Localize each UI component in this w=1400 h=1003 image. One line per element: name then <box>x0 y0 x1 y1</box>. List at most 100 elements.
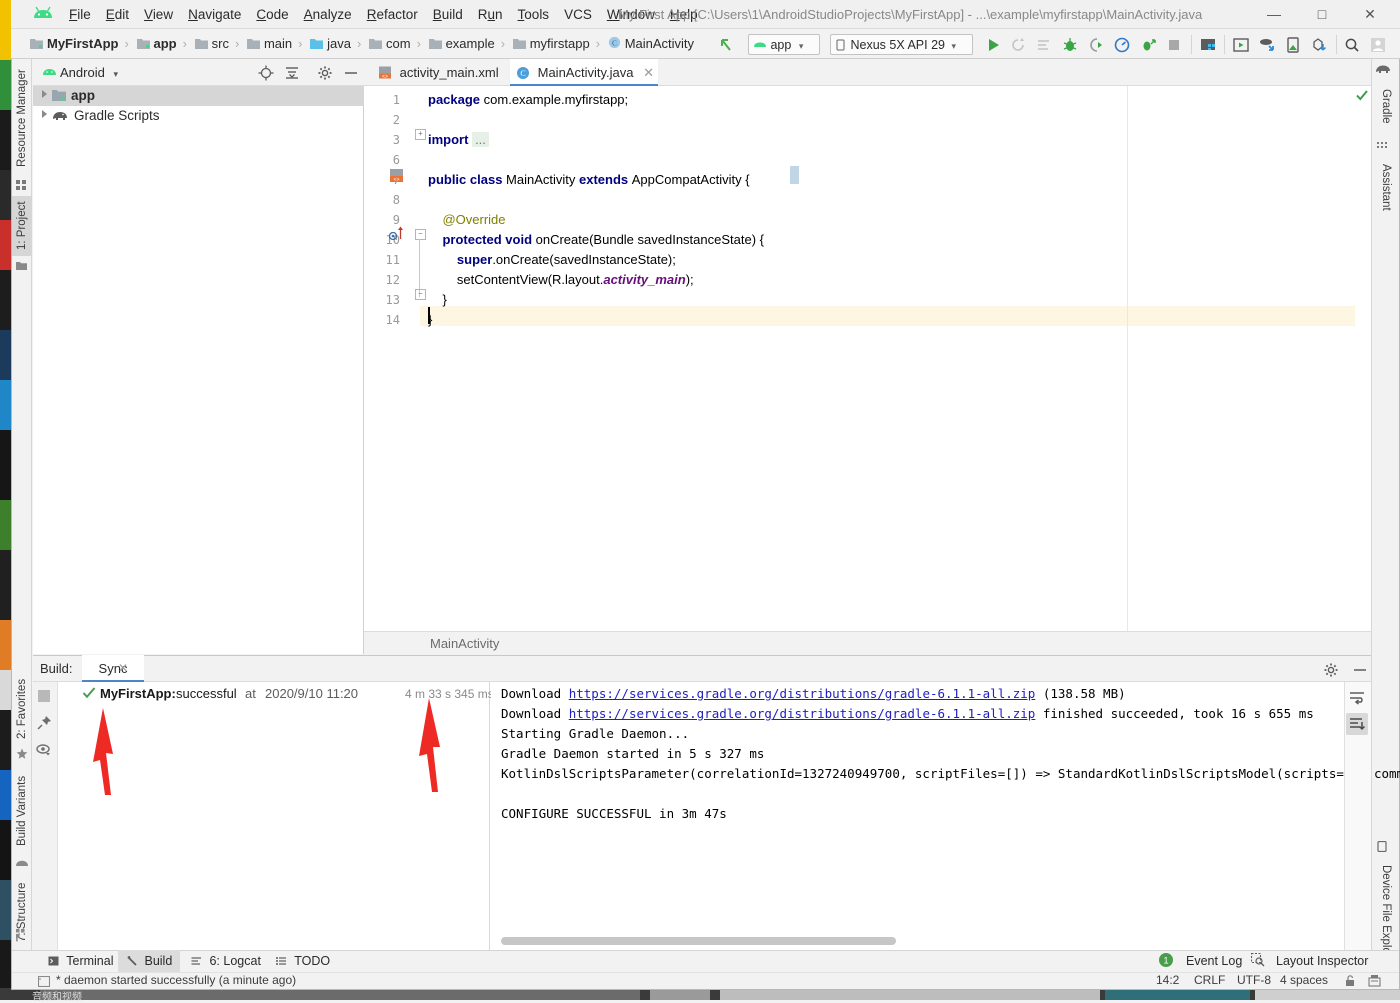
tree-node-gradle-scripts[interactable]: Gradle Scripts <box>33 106 364 126</box>
menu-item-run[interactable]: Run <box>471 0 510 29</box>
close-icon[interactable]: ✕ <box>118 655 128 682</box>
build-log-output[interactable]: Download https://services.gradle.org/dis… <box>491 682 1400 952</box>
back-arrow-icon[interactable] <box>718 36 736 54</box>
current-line-highlight <box>428 306 1371 326</box>
menu-item-analyze[interactable]: Analyze <box>297 0 359 29</box>
project-view-selector[interactable]: Android ▾ <box>60 59 118 86</box>
editor-breadcrumb[interactable]: MainActivity <box>364 631 1371 655</box>
menu-item-code[interactable]: Code <box>249 0 295 29</box>
window-close-button[interactable]: ✕ <box>1348 0 1392 29</box>
line-separator[interactable]: CRLF <box>1194 972 1225 989</box>
window-minimize-button[interactable]: — <box>1252 0 1296 29</box>
bottom-tab-todo[interactable]: TODO <box>268 950 336 972</box>
folder-icon <box>310 30 324 49</box>
caret-position[interactable]: 14:2 <box>1156 972 1179 989</box>
file-encoding[interactable]: UTF-8 <box>1237 972 1271 989</box>
folder-icon <box>194 30 208 49</box>
ok-check-icon[interactable] <box>1355 88 1369 102</box>
soft-wrap-icon[interactable] <box>1348 689 1366 707</box>
bottom-tab-logcat[interactable]: 6: Logcat <box>183 950 263 972</box>
indent-setting[interactable]: 4 spaces <box>1280 972 1328 989</box>
module-selector[interactable]: app ▾ <box>748 34 820 55</box>
breadcrumb-item-mainactivity[interactable]: C MainActivity <box>608 29 694 59</box>
profiler-icon[interactable] <box>1113 36 1131 54</box>
event-log-badge[interactable]: 1 <box>1158 952 1174 968</box>
expand-arrow-icon[interactable] <box>42 110 47 118</box>
layout-navigate-icon[interactable]: <> <box>389 168 405 184</box>
build-tab-sync[interactable]: Sync <box>82 655 144 682</box>
fold-expand-icon[interactable]: + <box>415 129 426 140</box>
locate-icon[interactable] <box>258 65 274 81</box>
bottom-tab-terminal[interactable]: Terminal <box>40 950 118 972</box>
pin-icon[interactable] <box>37 715 52 730</box>
sidebar-item-gradle[interactable]: Gradle <box>1374 78 1396 134</box>
code-editor[interactable] <box>364 86 1371 631</box>
window-maximize-button[interactable]: □ <box>1300 0 1344 29</box>
menu-item-tools[interactable]: Tools <box>511 0 557 29</box>
close-icon[interactable]: ✕ <box>643 65 654 80</box>
sidebar-item-project[interactable]: 1: Project <box>12 196 32 256</box>
tree-node-app[interactable]: app <box>33 86 364 106</box>
layout-inspector-icon <box>1250 952 1265 967</box>
avd-manager-icon[interactable] <box>1232 36 1250 54</box>
gear-icon[interactable] <box>317 65 333 81</box>
menu-item-navigate[interactable]: Navigate <box>181 0 248 29</box>
scroll-to-end-icon[interactable] <box>1348 715 1366 733</box>
tab-activity-main-xml[interactable]: <> activity_main.xml ✕ <box>372 59 519 86</box>
breadcrumb-item-app[interactable]: app <box>136 29 177 59</box>
sidebar-item-assistant[interactable]: Assistant <box>1374 153 1396 221</box>
breadcrumb-item-myfirstapp[interactable]: myfirstapp <box>512 29 590 59</box>
override-arrow-icon[interactable] <box>396 226 405 240</box>
editor-error-stripe[interactable] <box>1355 86 1371 631</box>
sidebar-item-resource-manager[interactable]: Resource Manager <box>12 62 32 174</box>
stop-icon[interactable] <box>37 689 51 703</box>
device-selector[interactable]: Nexus 5X API 29 ▾ <box>830 34 973 55</box>
menu-item-build[interactable]: Build <box>426 0 470 29</box>
breadcrumb-item-label: main <box>263 36 293 51</box>
tab-main-activity-java[interactable]: C MainActivity.java ✕ <box>510 59 658 86</box>
gear-icon[interactable] <box>1323 662 1339 678</box>
minimize-icon[interactable] <box>1352 662 1368 678</box>
collapse-all-icon[interactable] <box>284 65 300 81</box>
attach-debugger-icon[interactable] <box>1087 36 1105 54</box>
deploy-icon[interactable] <box>1310 36 1328 54</box>
device-monitor-icon[interactable] <box>1284 36 1302 54</box>
fold-collapse-icon[interactable]: − <box>415 229 426 240</box>
menu-item-file[interactable]: File <box>62 0 98 29</box>
text-caret <box>428 307 430 324</box>
debug-icon[interactable] <box>1061 36 1079 54</box>
breadcrumb-item-src[interactable]: src <box>194 29 229 59</box>
bottom-tab-layout-inspector[interactable]: Layout Inspector <box>1268 950 1386 972</box>
breadcrumb-item-main[interactable]: main <box>246 29 293 59</box>
eye-icon[interactable] <box>36 743 52 757</box>
unlock-icon[interactable] <box>1344 975 1356 987</box>
sidebar-item-favorites[interactable]: 2: Favorites <box>12 672 32 746</box>
apply-changes-icon[interactable] <box>1139 36 1157 54</box>
breadcrumb-item-example[interactable]: example <box>428 29 495 59</box>
sync-gradle-icon[interactable] <box>1258 36 1276 54</box>
hide-panel-icon[interactable] <box>343 65 359 81</box>
status-message[interactable]: * daemon started successfully (a minute … <box>56 972 296 989</box>
sidebar-item-build-variants[interactable]: Build Variants <box>12 768 32 854</box>
bottom-tab-build[interactable]: Build <box>118 950 180 972</box>
breadcrumb-item-com[interactable]: com <box>369 29 411 59</box>
menu-item-edit[interactable]: Edit <box>99 0 136 29</box>
sdk-manager-icon[interactable] <box>1199 36 1217 54</box>
fold-collapse-icon[interactable]: − <box>415 289 426 300</box>
menu-item-vcs[interactable]: VCS <box>557 0 599 29</box>
breadcrumb-item-myfirstapp[interactable]: MyFirstApp <box>30 29 119 59</box>
inspection-icon[interactable] <box>1368 974 1381 988</box>
gradle-distribution-link[interactable]: https://services.gradle.org/distribution… <box>569 686 1036 701</box>
profile-avatar-icon[interactable] <box>1369 36 1387 54</box>
sidebar-item-label: Build Variants <box>16 775 28 847</box>
breadcrumb-item-java[interactable]: java <box>310 29 351 59</box>
expand-arrow-icon[interactable] <box>42 90 47 98</box>
menu-item-view[interactable]: View <box>137 0 180 29</box>
gradle-distribution-link[interactable]: https://services.gradle.org/distribution… <box>569 706 1036 721</box>
search-icon[interactable] <box>1343 36 1361 54</box>
run-icon[interactable] <box>984 36 1002 54</box>
build-log-horizontal-scrollbar[interactable] <box>501 937 896 945</box>
bottom-tab-event-log[interactable]: Event Log <box>1178 950 1246 972</box>
menu-item-refactor[interactable]: Refactor <box>360 0 425 29</box>
